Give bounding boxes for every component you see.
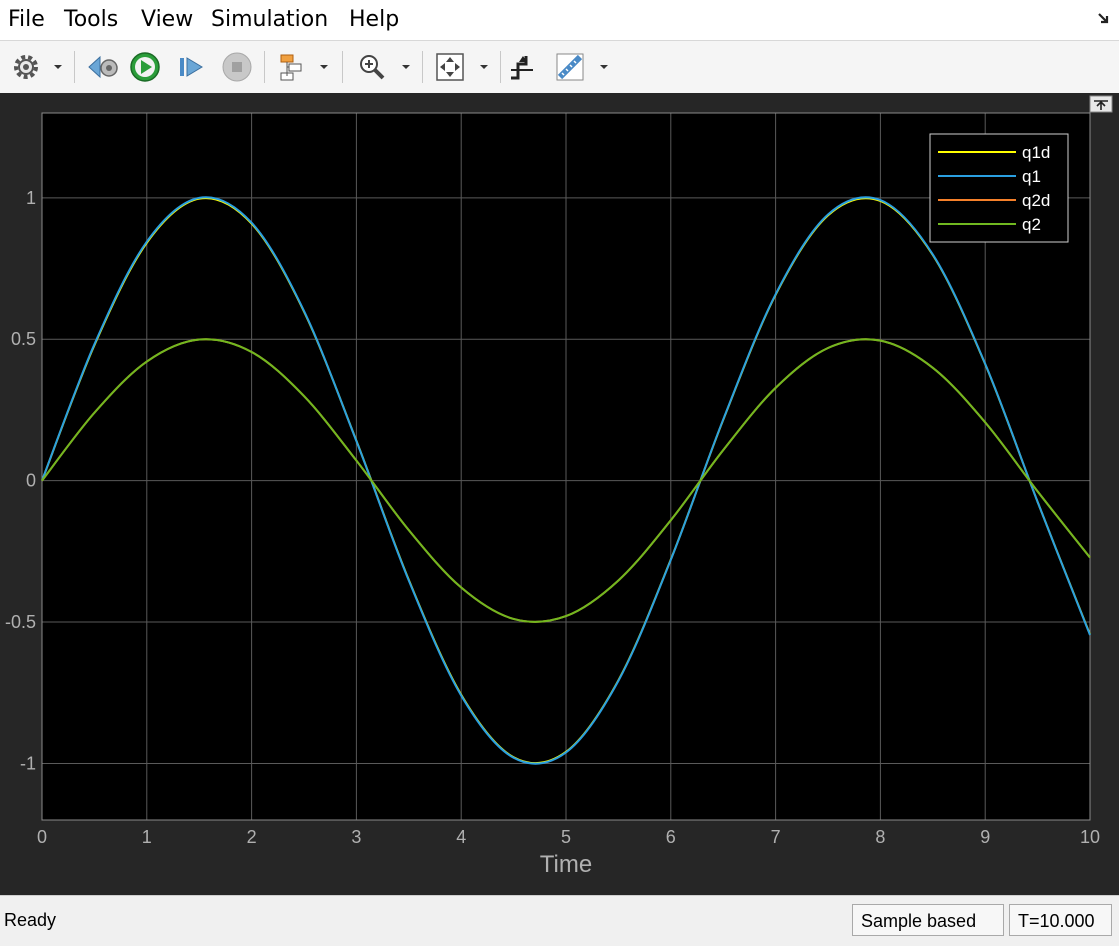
fit-to-view-icon xyxy=(434,51,466,83)
x-tick-label: 8 xyxy=(875,827,885,847)
y-tick-label: -0.5 xyxy=(5,612,36,632)
x-tick-label: 9 xyxy=(980,827,990,847)
measurements-dropdown[interactable] xyxy=(596,41,612,93)
menu-bar: File Tools View Simulation Help xyxy=(0,0,1119,40)
x-tick-label: 3 xyxy=(351,827,361,847)
y-tick-label: -1 xyxy=(20,753,36,773)
chevron-down-icon xyxy=(599,63,609,71)
triggers-button[interactable] xyxy=(504,41,540,93)
settings-button[interactable] xyxy=(8,41,44,93)
chevron-down-icon xyxy=(401,63,411,71)
legend-label-q2: q2 xyxy=(1022,215,1041,234)
scope-chart[interactable]: 0 1 2 3 4 5 6 7 8 9 10 -1 -0.5 0 0.5 1 Time q1d q1 q2d q2 xyxy=(0,93,1119,895)
undock-icon[interactable] xyxy=(1097,10,1111,26)
x-tick-label: 10 xyxy=(1080,827,1100,847)
x-tick-label: 5 xyxy=(561,827,571,847)
legend-label-q1d: q1d xyxy=(1022,143,1050,162)
status-text: Ready xyxy=(4,910,57,930)
cursor-measurements-button[interactable] xyxy=(552,41,588,93)
highlight-model-button[interactable] xyxy=(274,41,310,93)
zoom-button[interactable] xyxy=(352,41,392,93)
step-back-icon xyxy=(86,51,120,83)
y-tick-label: 0 xyxy=(26,471,36,491)
y-tick-label: 1 xyxy=(26,188,36,208)
menu-view[interactable]: View xyxy=(141,7,193,32)
status-bar: Ready Sample based T=10.000 xyxy=(0,895,1119,946)
legend-label-q2d: q2d xyxy=(1022,191,1050,210)
x-tick-label: 2 xyxy=(247,827,257,847)
x-tick-label: 6 xyxy=(666,827,676,847)
x-tick-label: 1 xyxy=(142,827,152,847)
x-axis-label: Time xyxy=(540,851,592,878)
chevron-down-icon xyxy=(53,63,63,71)
menu-tools[interactable]: Tools xyxy=(64,7,118,32)
toolbar-separator xyxy=(342,51,343,83)
sample-mode-indicator: Sample based xyxy=(852,904,1004,936)
toolbar-separator xyxy=(422,51,423,83)
y-tick-label: 0.5 xyxy=(11,329,36,349)
x-tick-label: 0 xyxy=(37,827,47,847)
highlight-model-icon xyxy=(277,52,307,82)
run-icon xyxy=(129,51,161,83)
toolbar xyxy=(0,40,1119,94)
scope-plot-area[interactable]: 0 1 2 3 4 5 6 7 8 9 10 -1 -0.5 0 0.5 1 Time q1d q1 q2d q2 xyxy=(0,93,1119,895)
menu-file[interactable]: File xyxy=(8,7,45,32)
zoom-dropdown[interactable] xyxy=(398,41,414,93)
stop-button[interactable] xyxy=(218,41,256,93)
x-tick-label: 4 xyxy=(456,827,466,847)
menu-help[interactable]: Help xyxy=(349,7,399,32)
toolbar-separator xyxy=(264,51,265,83)
step-back-button[interactable] xyxy=(84,41,122,93)
chevron-down-icon xyxy=(479,63,489,71)
zoom-icon xyxy=(357,52,387,82)
menu-simulation[interactable]: Simulation xyxy=(211,7,328,32)
simulation-time: T=10.000 xyxy=(1009,904,1112,936)
x-tick-label: 7 xyxy=(771,827,781,847)
fit-to-view-button[interactable] xyxy=(430,41,470,93)
step-forward-button[interactable] xyxy=(172,41,210,93)
toolbar-separator xyxy=(74,51,75,83)
legend-label-q1: q1 xyxy=(1022,167,1041,186)
run-button[interactable] xyxy=(126,41,164,93)
settings-dropdown[interactable] xyxy=(50,41,66,93)
cursor-measurements-icon xyxy=(554,51,586,83)
triggers-icon xyxy=(507,52,537,82)
fit-dropdown[interactable] xyxy=(476,41,492,93)
stop-icon xyxy=(221,51,253,83)
highlight-dropdown[interactable] xyxy=(316,41,332,93)
chevron-down-icon xyxy=(319,63,329,71)
step-forward-icon xyxy=(176,53,206,81)
toolbar-separator xyxy=(500,51,501,83)
gear-icon xyxy=(11,52,41,82)
